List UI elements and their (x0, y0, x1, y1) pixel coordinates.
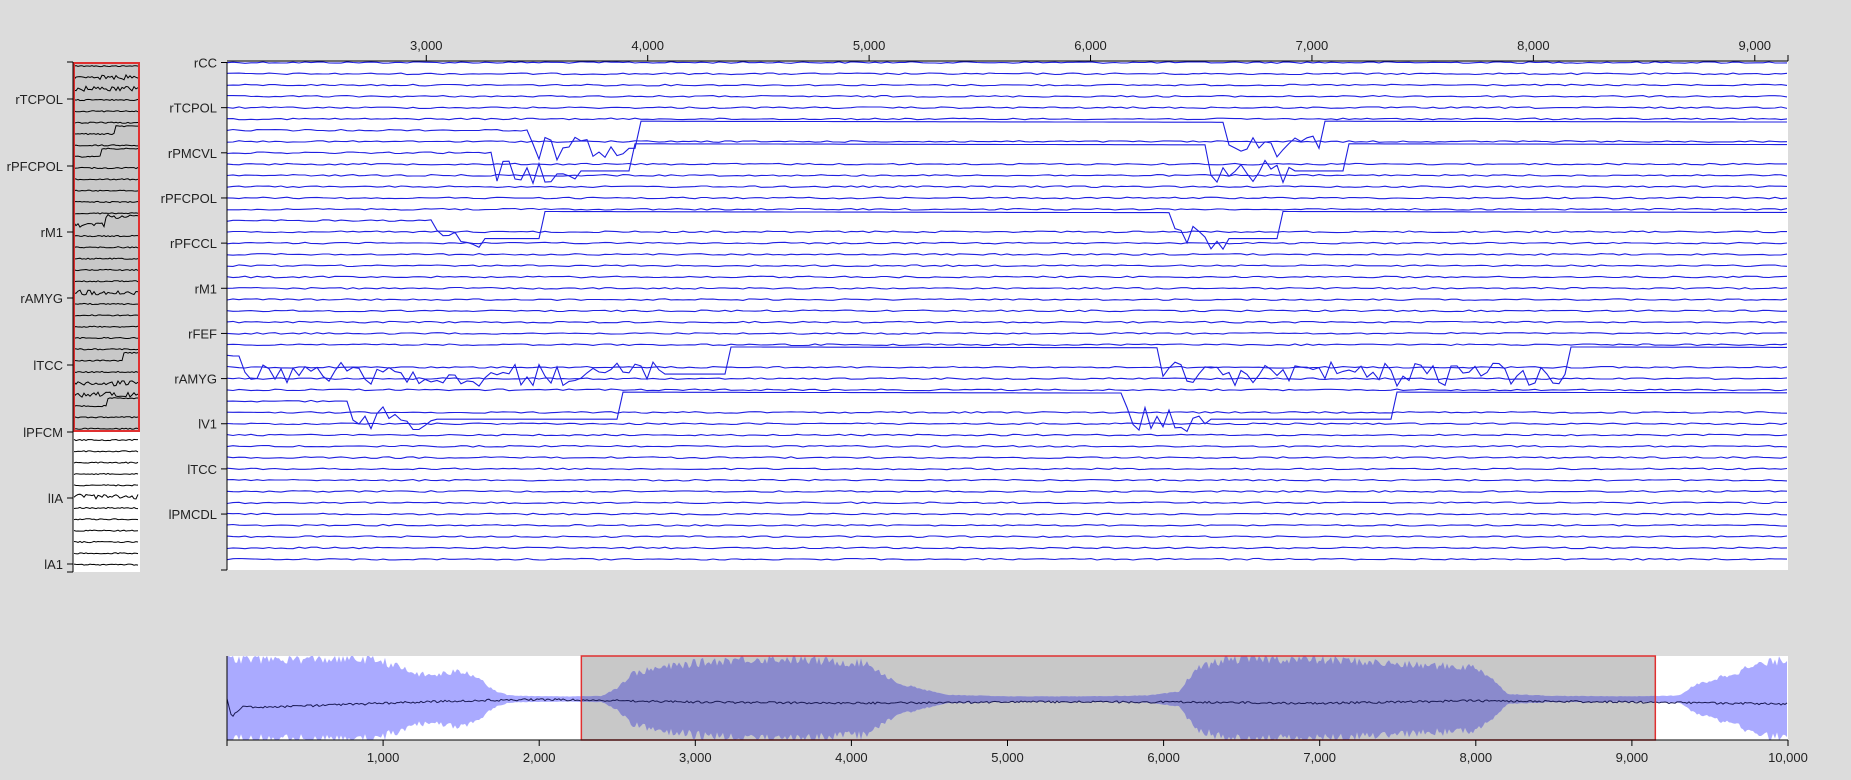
overview-y-tick-label: lTCC (33, 358, 63, 373)
context-x-tick-label: 9,000 (1616, 750, 1649, 765)
context-x-tick-label: 3,000 (679, 750, 712, 765)
focus-y-tick-label: lV1 (198, 417, 217, 432)
focus-x-tick-label: 5,000 (853, 38, 886, 53)
focus-x-tick-label: 4,000 (631, 38, 664, 53)
focus-plot-area (227, 62, 1788, 570)
focus-y-tick-label: rAMYG (174, 372, 217, 387)
context-panel[interactable]: 1,000 2,000 3,000 4,000 5,000 6,000 7,000 8,000… (226, 655, 1808, 765)
overview-y-tick-label: rAMYG (20, 291, 63, 306)
focus-y-tick-label: lPMCDL (169, 507, 217, 522)
focus-context-chart: rTCPOL rPFCPOL rM1 rAMYG lTCC lPFCM lIA lA1 rCC… (7, 38, 1808, 765)
context-x-tick-label: 6,000 (1147, 750, 1180, 765)
overview-y-tick-label: lA1 (44, 557, 63, 572)
focus-y-tick-label: lTCC (187, 462, 217, 477)
horizon-focus-context-view: rTCPOL rPFCPOL rM1 rAMYG lTCC lPFCM lIA lA1 rCC… (0, 0, 1851, 780)
focus-x-tick-label: 7,000 (1296, 38, 1329, 53)
overview-panel[interactable]: rTCPOL rPFCPOL rM1 rAMYG lTCC lPFCM lIA lA1 (7, 61, 140, 573)
context-x-tick-label: 2,000 (523, 750, 556, 765)
overview-y-tick-label: lPFCM (23, 425, 63, 440)
focus-y-tick-label: rCC (194, 56, 217, 71)
focus-x-tick-label: 8,000 (1517, 38, 1550, 53)
focus-y-tick-label: rTCPOL (169, 101, 217, 116)
context-x-tick-label: 4,000 (835, 750, 868, 765)
context-x-tick-label: 1,000 (367, 750, 400, 765)
focus-x-tick-label: 6,000 (1074, 38, 1107, 53)
focus-x-tick-label: 9,000 (1739, 38, 1772, 53)
focus-y-tick-label: rM1 (195, 281, 217, 296)
context-x-tick-label: 7,000 (1303, 750, 1336, 765)
focus-y-tick-label: rPFCPOL (161, 191, 217, 206)
context-x-tick-label: 5,000 (991, 750, 1024, 765)
overview-y-tick-label: rPFCPOL (7, 159, 63, 174)
focus-y-tick-label: rPFCCL (170, 236, 217, 251)
overview-y-tick-label: rTCPOL (15, 92, 63, 107)
focus-y-tick-label: rFEF (188, 326, 217, 341)
overview-y-tick-label: rM1 (41, 225, 63, 240)
focus-y-tick-label: rPMCVL (168, 146, 217, 161)
focus-panel: rCC rTCPOL rPMCVL rPFCPOL rPFCCL rM1 rFEF rAMYG… (161, 38, 1789, 571)
overview-y-tick-label: lIA (48, 491, 64, 506)
context-x-tick-label: 10,000 (1768, 750, 1808, 765)
focus-x-tick-label: 3,000 (410, 38, 443, 53)
context-x-tick-label: 8,000 (1460, 750, 1493, 765)
